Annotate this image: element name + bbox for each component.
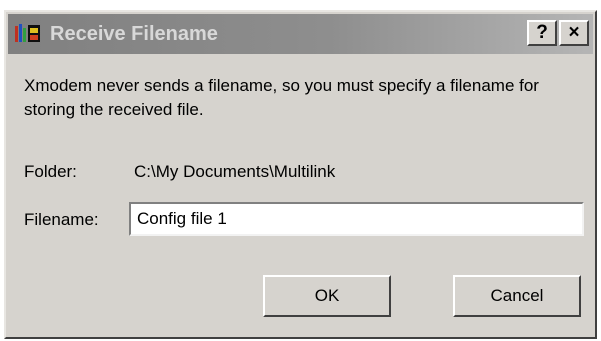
help-button[interactable]: ?	[527, 20, 557, 46]
dialog-title: Receive Filename	[50, 23, 218, 45]
cancel-button[interactable]: Cancel	[453, 275, 581, 317]
ok-button[interactable]: OK	[263, 275, 391, 317]
folder-path: C:\My Documents\Multilink	[134, 162, 336, 181]
filename-input[interactable]	[129, 202, 584, 236]
receive-filename-dialog: Receive Filename ? × Xmodem never sends …	[4, 10, 597, 339]
close-button[interactable]: ×	[559, 20, 589, 46]
help-icon: ?	[536, 22, 548, 43]
close-icon: ×	[568, 22, 580, 43]
multilink-app-icon[interactable]	[14, 23, 42, 45]
filename-label: Filename:	[24, 210, 99, 229]
folder-label: Folder:	[24, 162, 77, 181]
title-bar[interactable]: Receive Filename ? ×	[8, 14, 593, 54]
instruction-text: Xmodem never sends a filename, so you mu…	[24, 76, 539, 119]
